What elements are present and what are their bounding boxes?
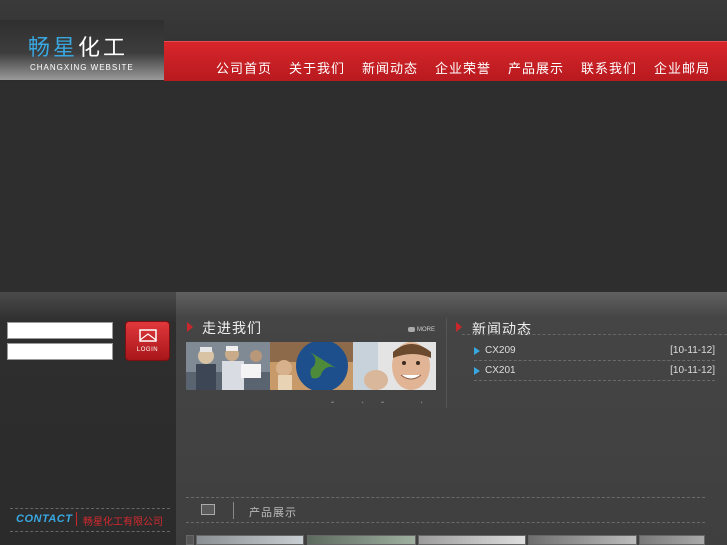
logo-title-white: 化工 — [78, 36, 129, 61]
caption-mark: ' — [421, 401, 423, 408]
bullet-icon — [474, 347, 480, 355]
news-item-title: CX201 — [485, 365, 516, 376]
divider — [186, 497, 705, 498]
photo-globe-image — [270, 342, 353, 390]
photo-smiling-man[interactable] — [353, 342, 436, 390]
product-thumbnail[interactable] — [418, 535, 526, 545]
nav-item-news[interactable]: 新闻动态 — [362, 58, 418, 77]
caption-mark: “ — [331, 401, 335, 408]
section-arrow-icon — [187, 322, 193, 332]
banner — [0, 81, 727, 292]
divider — [76, 512, 77, 526]
nav-item-home[interactable]: 公司首页 — [216, 58, 272, 77]
nav-item-products[interactable]: 产品展示 — [508, 58, 564, 77]
nav-item-mail[interactable]: 企业邮局 — [654, 58, 710, 77]
news-title: 新闻动态 — [472, 322, 532, 338]
section-arrow-icon — [456, 322, 462, 332]
products-title: 产品展示 — [249, 506, 297, 519]
logo[interactable]: 畅星化工 CHANGXING WEBSITE — [0, 20, 164, 80]
photo-smiling-man-image — [353, 342, 436, 390]
username-input[interactable] — [7, 322, 113, 339]
news-item[interactable]: CX209 [10-11-12] — [474, 343, 715, 361]
nav-item-honors[interactable]: 企业荣誉 — [435, 58, 491, 77]
divider — [10, 531, 170, 532]
divider — [446, 318, 447, 408]
gallery-icon — [201, 504, 215, 515]
about-title: 走进我们 — [202, 321, 262, 337]
photo-globe[interactable] — [270, 342, 353, 390]
page: 畅星化工 CHANGXING WEBSITE 公司首页 关于我们 新闻动态 企业… — [0, 0, 727, 545]
caption-mark: “ — [381, 401, 385, 408]
divider — [233, 502, 234, 519]
logo-subtitle: CHANGXING WEBSITE — [30, 63, 134, 72]
nav-item-contact[interactable]: 联系我们 — [581, 58, 637, 77]
header: 畅星化工 CHANGXING WEBSITE 公司首页 关于我们 新闻动态 企业… — [0, 0, 727, 81]
caption-mark: ' — [362, 401, 364, 408]
product-thumbnail[interactable] — [307, 535, 416, 545]
news-item-date: [10-11-12] — [670, 365, 715, 376]
contact-company: 畅星化工有限公司 — [83, 517, 163, 528]
product-thumbnail[interactable] — [186, 535, 194, 545]
login-button-label: LOGIN — [136, 347, 159, 353]
product-thumbnail[interactable] — [639, 535, 705, 545]
photo-engineers-image — [186, 342, 270, 390]
more-icon — [408, 327, 415, 332]
logo-title-blue: 畅星 — [28, 36, 79, 61]
nav-item-about[interactable]: 关于我们 — [289, 58, 345, 77]
main-nav: 公司首页 关于我们 新闻动态 企业荣誉 产品展示 联系我们 企业邮局 — [164, 41, 727, 81]
more-link[interactable]: MORE — [408, 327, 435, 335]
divider — [186, 522, 705, 523]
divider — [462, 334, 727, 335]
product-thumbnail[interactable] — [196, 535, 304, 545]
news-item-title: CX209 — [485, 345, 516, 356]
envelope-icon — [139, 329, 157, 342]
product-thumbnail[interactable] — [528, 535, 637, 545]
news-item-date: [10-11-12] — [670, 345, 715, 356]
bullet-icon — [474, 367, 480, 375]
photo-engineers[interactable] — [186, 342, 270, 390]
news-item[interactable]: CX201 [10-11-12] — [474, 363, 715, 381]
more-label: MORE — [417, 327, 435, 334]
password-input[interactable] — [7, 343, 113, 360]
logo-title: 畅星化工 — [28, 30, 128, 62]
contact-block: CONTACT 畅星化工有限公司 — [10, 508, 170, 532]
contact-label: CONTACT — [16, 513, 73, 525]
login-button[interactable]: LOGIN — [125, 321, 170, 361]
